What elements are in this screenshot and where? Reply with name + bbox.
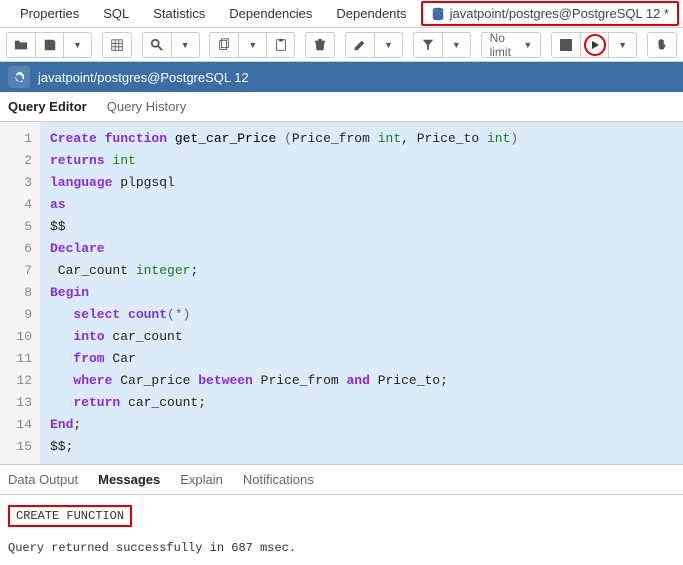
open-file-button[interactable] bbox=[7, 32, 35, 58]
save-icon bbox=[43, 38, 57, 52]
tab-connection-label: javatpoint/postgres@PostgreSQL 12 * bbox=[450, 6, 669, 21]
grid-button[interactable] bbox=[103, 32, 131, 58]
chevron-down-icon: ▼ bbox=[248, 40, 257, 50]
message-status: Query returned successfully in 687 msec. bbox=[8, 541, 675, 555]
tab-messages[interactable]: Messages bbox=[98, 466, 160, 493]
chevron-down-icon: ▼ bbox=[384, 40, 393, 50]
tab-connection[interactable]: javatpoint/postgres@PostgreSQL 12 * bbox=[421, 1, 679, 26]
chevron-down-icon: ▼ bbox=[181, 40, 190, 50]
search-icon bbox=[150, 38, 164, 52]
tab-dependencies[interactable]: Dependencies bbox=[217, 1, 324, 26]
search-button[interactable] bbox=[143, 32, 171, 58]
copy-dropdown[interactable]: ▼ bbox=[238, 32, 266, 58]
filter-button[interactable] bbox=[414, 32, 442, 58]
messages-panel: CREATE FUNCTION Query returned successfu… bbox=[0, 495, 683, 565]
message-result: CREATE FUNCTION bbox=[8, 505, 132, 527]
connection-bar: javatpoint/postgres@PostgreSQL 12 bbox=[0, 62, 683, 92]
limit-select[interactable]: No limit ▼ bbox=[481, 32, 542, 58]
query-editor[interactable]: 123456789101112131415 Create function ge… bbox=[0, 122, 683, 465]
connection-label: javatpoint/postgres@PostgreSQL 12 bbox=[38, 70, 249, 85]
paste-icon bbox=[274, 38, 288, 52]
stop-icon bbox=[560, 39, 572, 51]
top-tabs: Properties SQL Statistics Dependencies D… bbox=[0, 0, 683, 28]
output-tabs: Data Output Messages Explain Notificatio… bbox=[0, 465, 683, 495]
hand-icon bbox=[655, 38, 669, 52]
tab-dependents[interactable]: Dependents bbox=[324, 1, 418, 26]
tab-explain[interactable]: Explain bbox=[180, 466, 223, 493]
tab-data-output[interactable]: Data Output bbox=[8, 466, 78, 493]
database-icon bbox=[431, 7, 445, 21]
save-dropdown[interactable]: ▼ bbox=[63, 32, 91, 58]
chevron-down-icon: ▼ bbox=[523, 40, 532, 50]
limit-label: No limit bbox=[490, 31, 514, 59]
play-icon bbox=[590, 40, 600, 50]
editor-tabs: Query Editor Query History bbox=[0, 92, 683, 122]
folder-open-icon bbox=[14, 38, 28, 52]
explain-button[interactable] bbox=[648, 32, 676, 58]
tab-statistics[interactable]: Statistics bbox=[141, 1, 217, 26]
tab-query-history[interactable]: Query History bbox=[107, 93, 186, 120]
code-area[interactable]: Create function get_car_Price (Price_fro… bbox=[40, 122, 683, 464]
tab-notifications[interactable]: Notifications bbox=[243, 466, 314, 493]
toolbar: ▼ ▼ ▼ ▼ ▼ No limit ▼ ▼ bbox=[0, 28, 683, 62]
tab-properties[interactable]: Properties bbox=[8, 1, 91, 26]
stop-button[interactable] bbox=[552, 32, 580, 58]
chevron-down-icon: ▼ bbox=[618, 40, 627, 50]
pencil-icon bbox=[353, 38, 367, 52]
chevron-down-icon: ▼ bbox=[452, 40, 461, 50]
paste-button[interactable] bbox=[266, 32, 294, 58]
copy-button[interactable] bbox=[210, 32, 238, 58]
line-gutter: 123456789101112131415 bbox=[0, 122, 40, 464]
filter-dropdown[interactable]: ▼ bbox=[442, 32, 470, 58]
copy-icon bbox=[217, 38, 231, 52]
save-button[interactable] bbox=[35, 32, 63, 58]
chevron-down-icon: ▼ bbox=[73, 40, 82, 50]
execute-button[interactable] bbox=[580, 32, 608, 58]
tab-sql[interactable]: SQL bbox=[91, 1, 141, 26]
edit-button[interactable] bbox=[346, 32, 374, 58]
filter-icon bbox=[421, 38, 435, 52]
trash-icon bbox=[313, 38, 327, 52]
edit-dropdown[interactable]: ▼ bbox=[374, 32, 402, 58]
refresh-icon[interactable] bbox=[8, 66, 30, 88]
search-dropdown[interactable]: ▼ bbox=[171, 32, 199, 58]
delete-button[interactable] bbox=[306, 32, 334, 58]
grid-icon bbox=[110, 38, 124, 52]
execute-dropdown[interactable]: ▼ bbox=[608, 32, 636, 58]
tab-query-editor[interactable]: Query Editor bbox=[8, 93, 87, 120]
